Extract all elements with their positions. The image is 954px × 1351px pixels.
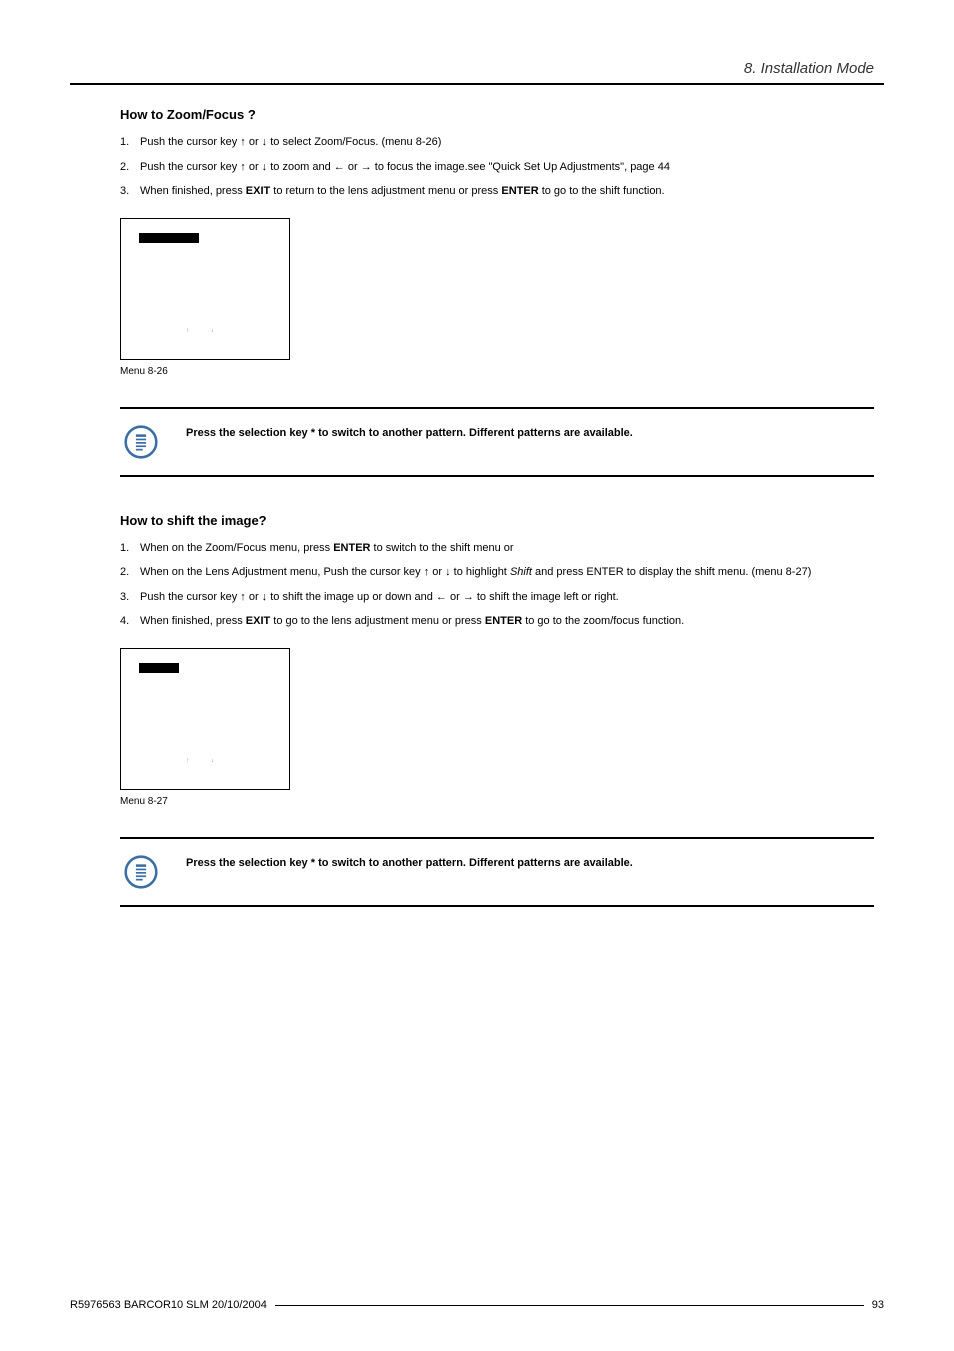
note-box: Press the selection key * to switch to a… — [120, 837, 874, 907]
menu-caption: Menu 8-27 — [120, 796, 874, 807]
step-item: 2. When on the Lens Adjustment menu, Pus… — [120, 564, 874, 581]
step-item: 3. When finished, press EXIT to return t… — [120, 183, 874, 200]
zoom-focus-steps: 1. Push the cursor key ↑ or ↓ to select … — [120, 134, 874, 200]
chapter-title: 8. Installation Mode — [70, 60, 884, 77]
step-text: Push the cursor key ↑ or ↓ to zoom and ←… — [140, 159, 874, 176]
section-heading-shift: How to shift the image? — [120, 513, 874, 528]
note-icon — [124, 425, 158, 459]
step-number: 1. — [120, 134, 140, 151]
step-item: 3. Push the cursor key ↑ or ↓ to shift t… — [120, 589, 874, 606]
step-item: 4. When finished, press EXIT to go to th… — [120, 613, 874, 630]
menu-box-shift: ↑ ↓ — [120, 648, 290, 790]
note-text: Press the selection key * to switch to a… — [186, 855, 633, 869]
menu-caption: Menu 8-26 — [120, 366, 874, 377]
step-number: 3. — [120, 589, 140, 606]
menu-box-arrows: ↑ ↓ — [186, 328, 224, 334]
step-item: 1. When on the Zoom/Focus menu, press EN… — [120, 540, 874, 557]
step-item: 2. Push the cursor key ↑ or ↓ to zoom an… — [120, 159, 874, 176]
step-item: 1. Push the cursor key ↑ or ↓ to select … — [120, 134, 874, 151]
step-number: 1. — [120, 540, 140, 557]
step-text: Push the cursor key ↑ or ↓ to shift the … — [140, 589, 874, 606]
step-number: 3. — [120, 183, 140, 200]
step-text: When on the Zoom/Focus menu, press ENTER… — [140, 540, 874, 557]
header-rule — [70, 83, 884, 85]
menu-box-zoom-focus: ↑ ↓ — [120, 218, 290, 360]
step-text: When finished, press EXIT to go to the l… — [140, 613, 874, 630]
menu-box-header-bar — [139, 233, 199, 243]
footer-doc-id: R5976563 BARCOR10 SLM 20/10/2004 — [70, 1299, 267, 1311]
step-number: 2. — [120, 564, 140, 581]
footer-rule — [275, 1305, 864, 1306]
note-box: Press the selection key * to switch to a… — [120, 407, 874, 477]
step-text: When on the Lens Adjustment menu, Push t… — [140, 564, 874, 581]
section-heading-zoom-focus: How to Zoom/Focus ? — [120, 107, 874, 122]
note-icon — [124, 855, 158, 889]
shift-steps: 1. When on the Zoom/Focus menu, press EN… — [120, 540, 874, 630]
footer-page-number: 93 — [872, 1299, 884, 1311]
step-number: 2. — [120, 159, 140, 176]
note-text: Press the selection key * to switch to a… — [186, 425, 633, 439]
menu-box-header-bar — [139, 663, 179, 673]
step-text: Push the cursor key ↑ or ↓ to select Zoo… — [140, 134, 874, 151]
menu-box-arrows: ↑ ↓ — [186, 758, 224, 764]
step-text: When finished, press EXIT to return to t… — [140, 183, 874, 200]
page-footer: R5976563 BARCOR10 SLM 20/10/2004 93 — [70, 1299, 884, 1311]
step-number: 4. — [120, 613, 140, 630]
